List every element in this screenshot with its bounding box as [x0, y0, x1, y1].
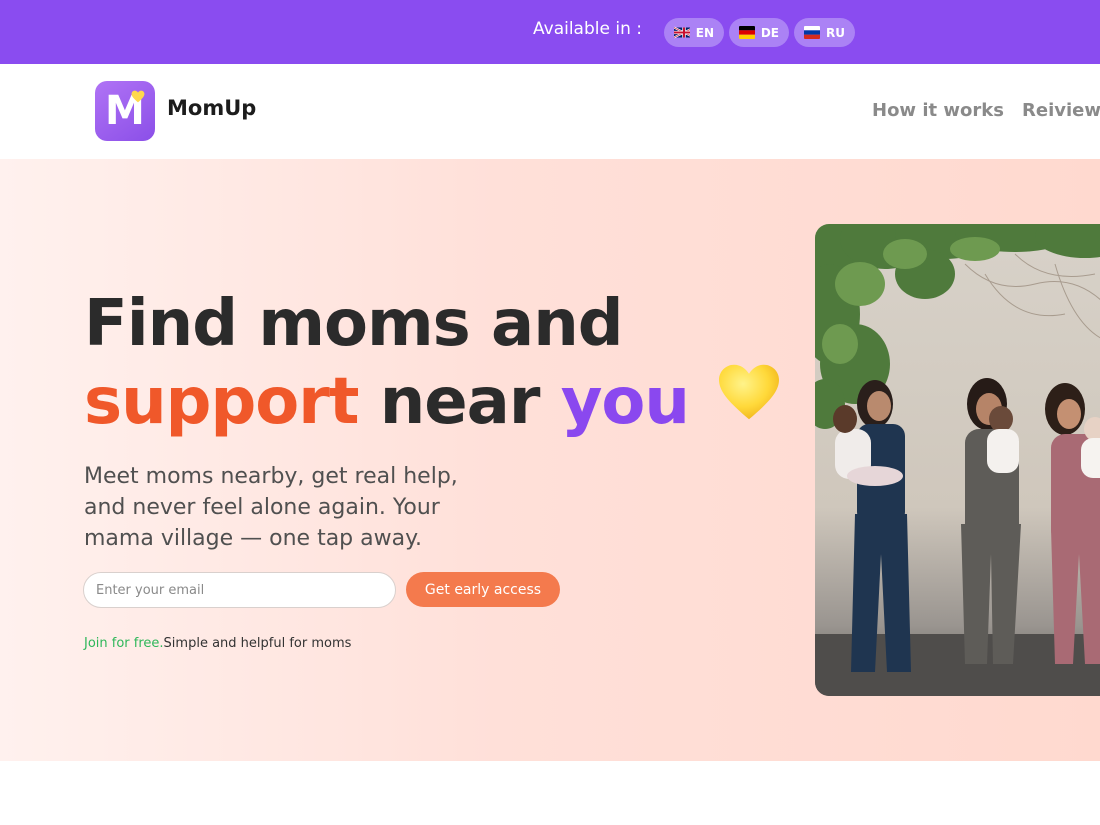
- language-option-ru[interactable]: RU: [794, 18, 855, 47]
- available-in-label: Available in :: [533, 19, 642, 39]
- brand-name[interactable]: MomUp: [167, 96, 256, 120]
- momup-logo[interactable]: M: [95, 81, 155, 141]
- below-hero-area: [0, 761, 1100, 825]
- hero-footnote: Join for free.Simple and helpful for mom…: [84, 636, 351, 651]
- headline-word-support: support: [84, 365, 359, 439]
- language-code: RU: [826, 25, 845, 40]
- footnote-text: Simple and helpful for moms: [163, 636, 352, 651]
- language-code: EN: [695, 25, 714, 40]
- uk-flag-icon: [674, 26, 690, 39]
- yellow-heart-icon: [716, 362, 782, 440]
- language-option-en[interactable]: EN: [664, 18, 724, 47]
- join-free-text: Join for free.: [84, 636, 164, 651]
- russia-flag-icon: [804, 26, 821, 39]
- language-option-de[interactable]: DE: [729, 18, 789, 47]
- site-header: M MomUp How it works Reiview: [0, 64, 1100, 159]
- hero-subtext: Meet moms nearby, get real help, and nev…: [84, 464, 458, 551]
- language-bar: Available in : EN DE RU: [0, 0, 1100, 64]
- headline-word-you: you: [560, 365, 690, 439]
- hero-headline: Find moms and support near you: [84, 285, 782, 441]
- headline-word-near: near: [379, 365, 541, 439]
- email-input[interactable]: [83, 572, 396, 608]
- moms-with-babies-photo: [815, 224, 1100, 696]
- germany-flag-icon: [739, 26, 755, 39]
- hero-section: Find moms and support near you Meet moms…: [0, 159, 1100, 761]
- get-early-access-button[interactable]: Get early access: [406, 572, 560, 607]
- headline-line-1: Find moms and: [84, 287, 624, 361]
- nav-link-how-it-works[interactable]: How it works: [872, 100, 1004, 121]
- language-code: DE: [760, 25, 779, 40]
- heart-icon: [131, 88, 145, 107]
- nav-link-review[interactable]: Reiview: [1022, 100, 1100, 121]
